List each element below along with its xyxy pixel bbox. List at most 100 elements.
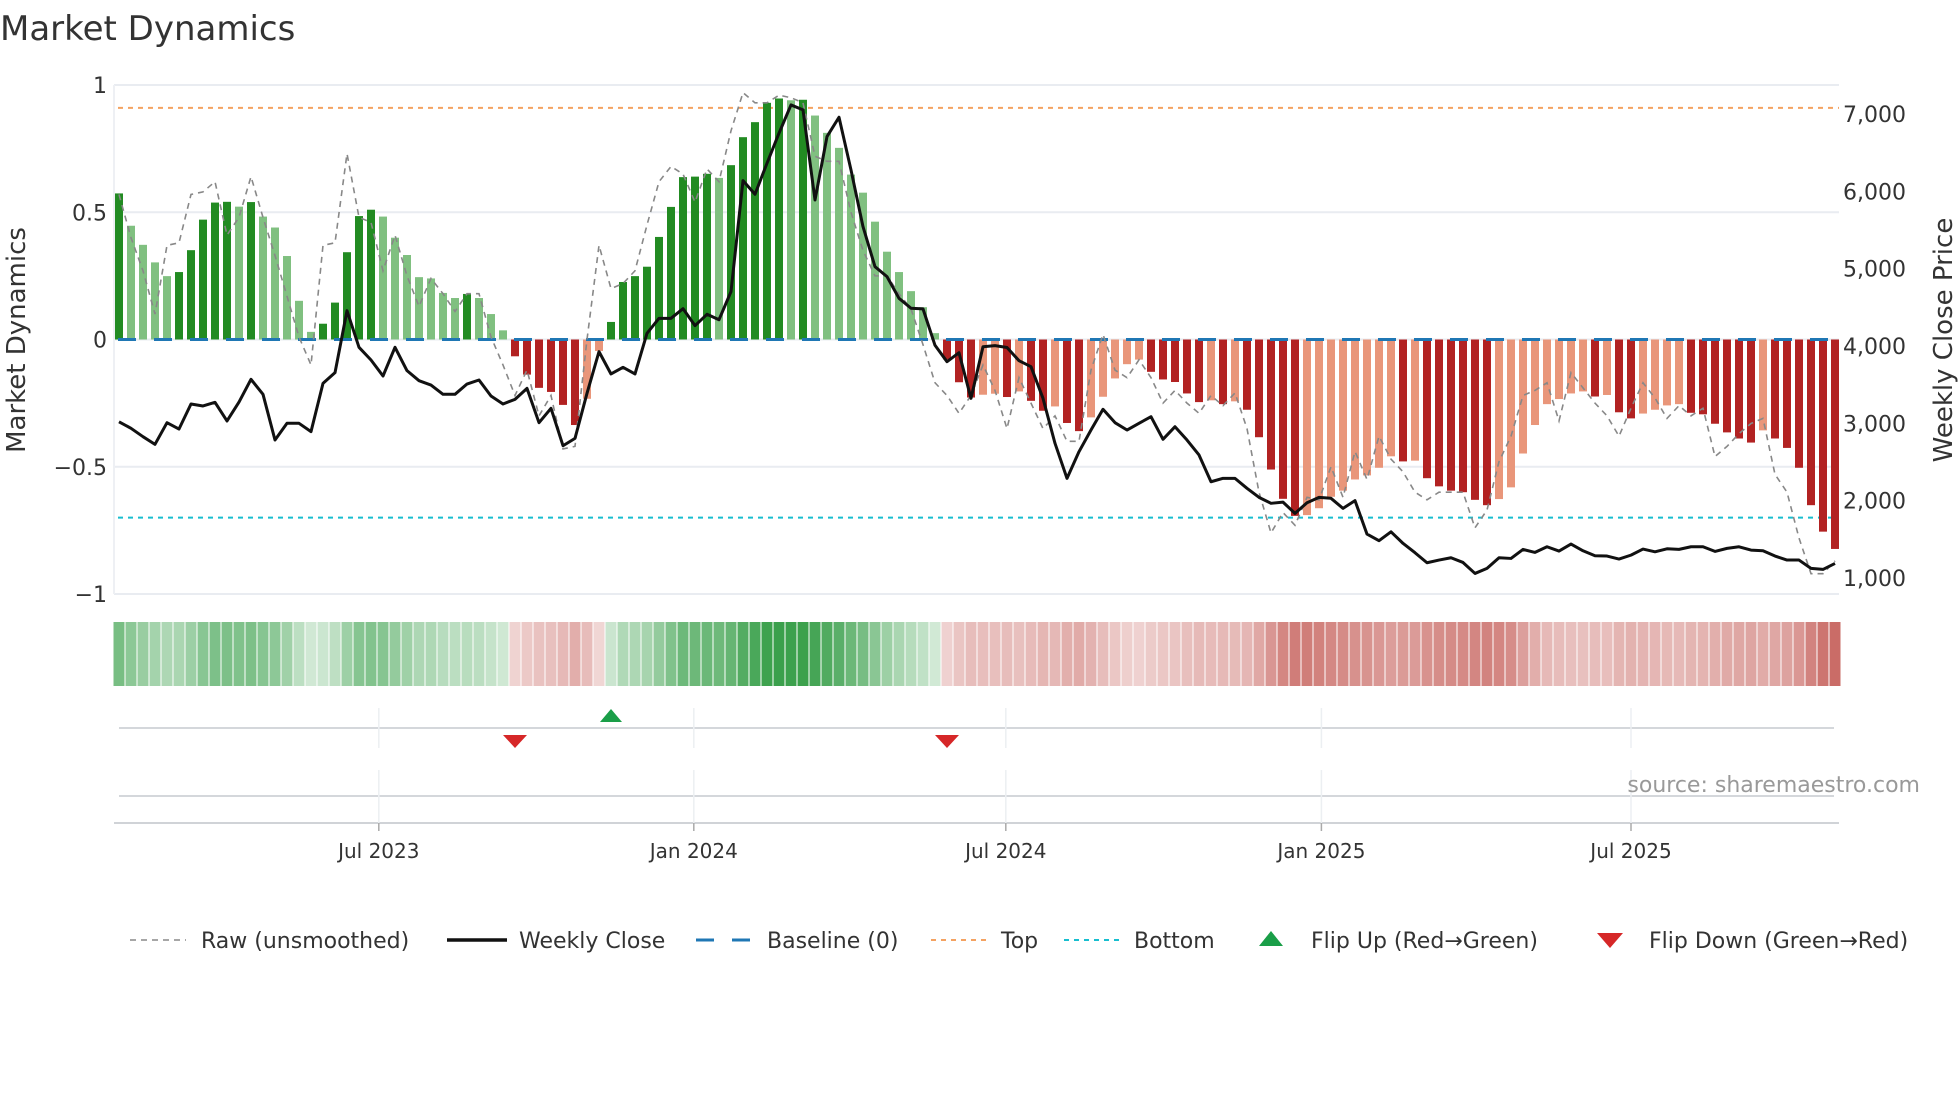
series-lines xyxy=(118,91,1839,575)
heat-cell xyxy=(1781,622,1793,686)
heat-cell xyxy=(245,622,257,686)
heat-cell xyxy=(989,622,1001,686)
bar xyxy=(163,276,171,340)
left-tick-label: 0.5 xyxy=(72,201,107,226)
bar xyxy=(1819,339,1827,532)
heat-cell xyxy=(497,622,509,686)
heat-cell xyxy=(569,622,581,686)
x-axis-ticks: Jul 2023 Jan 2024 Jul 2024 Jan 2025 Jul 2025 xyxy=(336,839,1672,863)
heat-cell xyxy=(1277,622,1289,686)
bar xyxy=(223,201,231,340)
bar xyxy=(1255,339,1263,438)
heat-cell xyxy=(1649,622,1661,686)
heat-cell xyxy=(365,622,377,686)
heat-cell xyxy=(1577,622,1589,686)
heat-cell xyxy=(941,622,953,686)
bar xyxy=(151,262,159,340)
heat-cell xyxy=(1601,622,1613,686)
bar xyxy=(247,202,255,340)
heat-cell xyxy=(1013,622,1025,686)
heat-cell xyxy=(173,622,185,686)
legend-close-label: Weekly Close xyxy=(519,929,665,954)
heat-cell xyxy=(1301,622,1313,686)
heat-cell xyxy=(185,622,197,686)
heat-cell xyxy=(749,622,761,686)
bar xyxy=(1759,339,1767,431)
heat-cell xyxy=(965,622,977,686)
bar xyxy=(211,202,219,340)
heat-cell xyxy=(581,622,593,686)
bar xyxy=(571,339,579,426)
bar xyxy=(1435,339,1443,487)
heat-cell xyxy=(881,622,893,686)
heat-cell xyxy=(701,622,713,686)
heat-cell xyxy=(473,622,485,686)
bar xyxy=(595,339,603,351)
heat-cell xyxy=(233,622,245,686)
bar xyxy=(427,278,435,340)
legend-baseline-label: Baseline (0) xyxy=(767,929,898,954)
bars xyxy=(115,98,1839,549)
heat-cell xyxy=(1829,622,1841,686)
bar xyxy=(1111,339,1119,379)
heat-cell xyxy=(893,622,905,686)
heat-cell xyxy=(1661,622,1673,686)
x-tick-label: Jan 2025 xyxy=(1275,839,1365,863)
legend-flip-down-label: Flip Down (Green→Red) xyxy=(1649,929,1908,954)
heat-cell xyxy=(1061,622,1073,686)
heat-cell xyxy=(221,622,233,686)
bar xyxy=(379,216,387,340)
bar xyxy=(835,147,843,340)
heat-cell xyxy=(353,622,365,686)
bar xyxy=(1423,339,1431,479)
heat-cell xyxy=(833,622,845,686)
heat-cell xyxy=(1385,622,1397,686)
right-tick-label: 6,000 xyxy=(1843,180,1906,205)
heat-cell xyxy=(1685,622,1697,686)
bar xyxy=(1483,339,1491,506)
bar xyxy=(1363,339,1371,476)
bar xyxy=(547,339,555,392)
bar xyxy=(1195,339,1203,403)
heat-cell xyxy=(929,622,941,686)
bar xyxy=(1339,339,1347,491)
heat-cell xyxy=(809,622,821,686)
right-tick-label: 3,000 xyxy=(1843,412,1906,437)
bar xyxy=(1171,339,1179,383)
heat-cell xyxy=(461,622,473,686)
bar xyxy=(1711,339,1719,424)
left-tick-label: 0 xyxy=(93,329,107,354)
bar xyxy=(511,339,519,357)
bar xyxy=(1603,339,1611,395)
heat-cell xyxy=(1433,622,1445,686)
bar xyxy=(1399,339,1407,462)
bar xyxy=(1447,339,1455,491)
heat-cell xyxy=(1805,622,1817,686)
bar xyxy=(331,302,339,340)
bar xyxy=(1459,339,1467,493)
heat-cell xyxy=(1037,622,1049,686)
heat-cell xyxy=(305,622,317,686)
heat-cell xyxy=(653,622,665,686)
heat-cell xyxy=(281,622,293,686)
heat-cell xyxy=(1313,622,1325,686)
legend: Raw (unsmoothed) Weekly Close Baseline (0)… xyxy=(130,929,1908,954)
x-tick-label: Jul 2024 xyxy=(963,839,1046,863)
heat-cell xyxy=(797,622,809,686)
left-tick-label: −0.5 xyxy=(54,456,107,481)
bar xyxy=(319,323,327,340)
heat-cell xyxy=(1709,622,1721,686)
heat-cell xyxy=(1757,622,1769,686)
bar xyxy=(1219,339,1227,405)
heat-cell xyxy=(1109,622,1121,686)
bar xyxy=(847,174,855,340)
heat-cell xyxy=(1097,622,1109,686)
heat-cell xyxy=(761,622,773,686)
bar xyxy=(187,250,195,340)
heat-cell xyxy=(605,622,617,686)
bar xyxy=(739,137,747,340)
bar xyxy=(1675,339,1683,405)
bar xyxy=(451,298,459,340)
heat-cell xyxy=(1169,622,1181,686)
bar xyxy=(1771,339,1779,439)
